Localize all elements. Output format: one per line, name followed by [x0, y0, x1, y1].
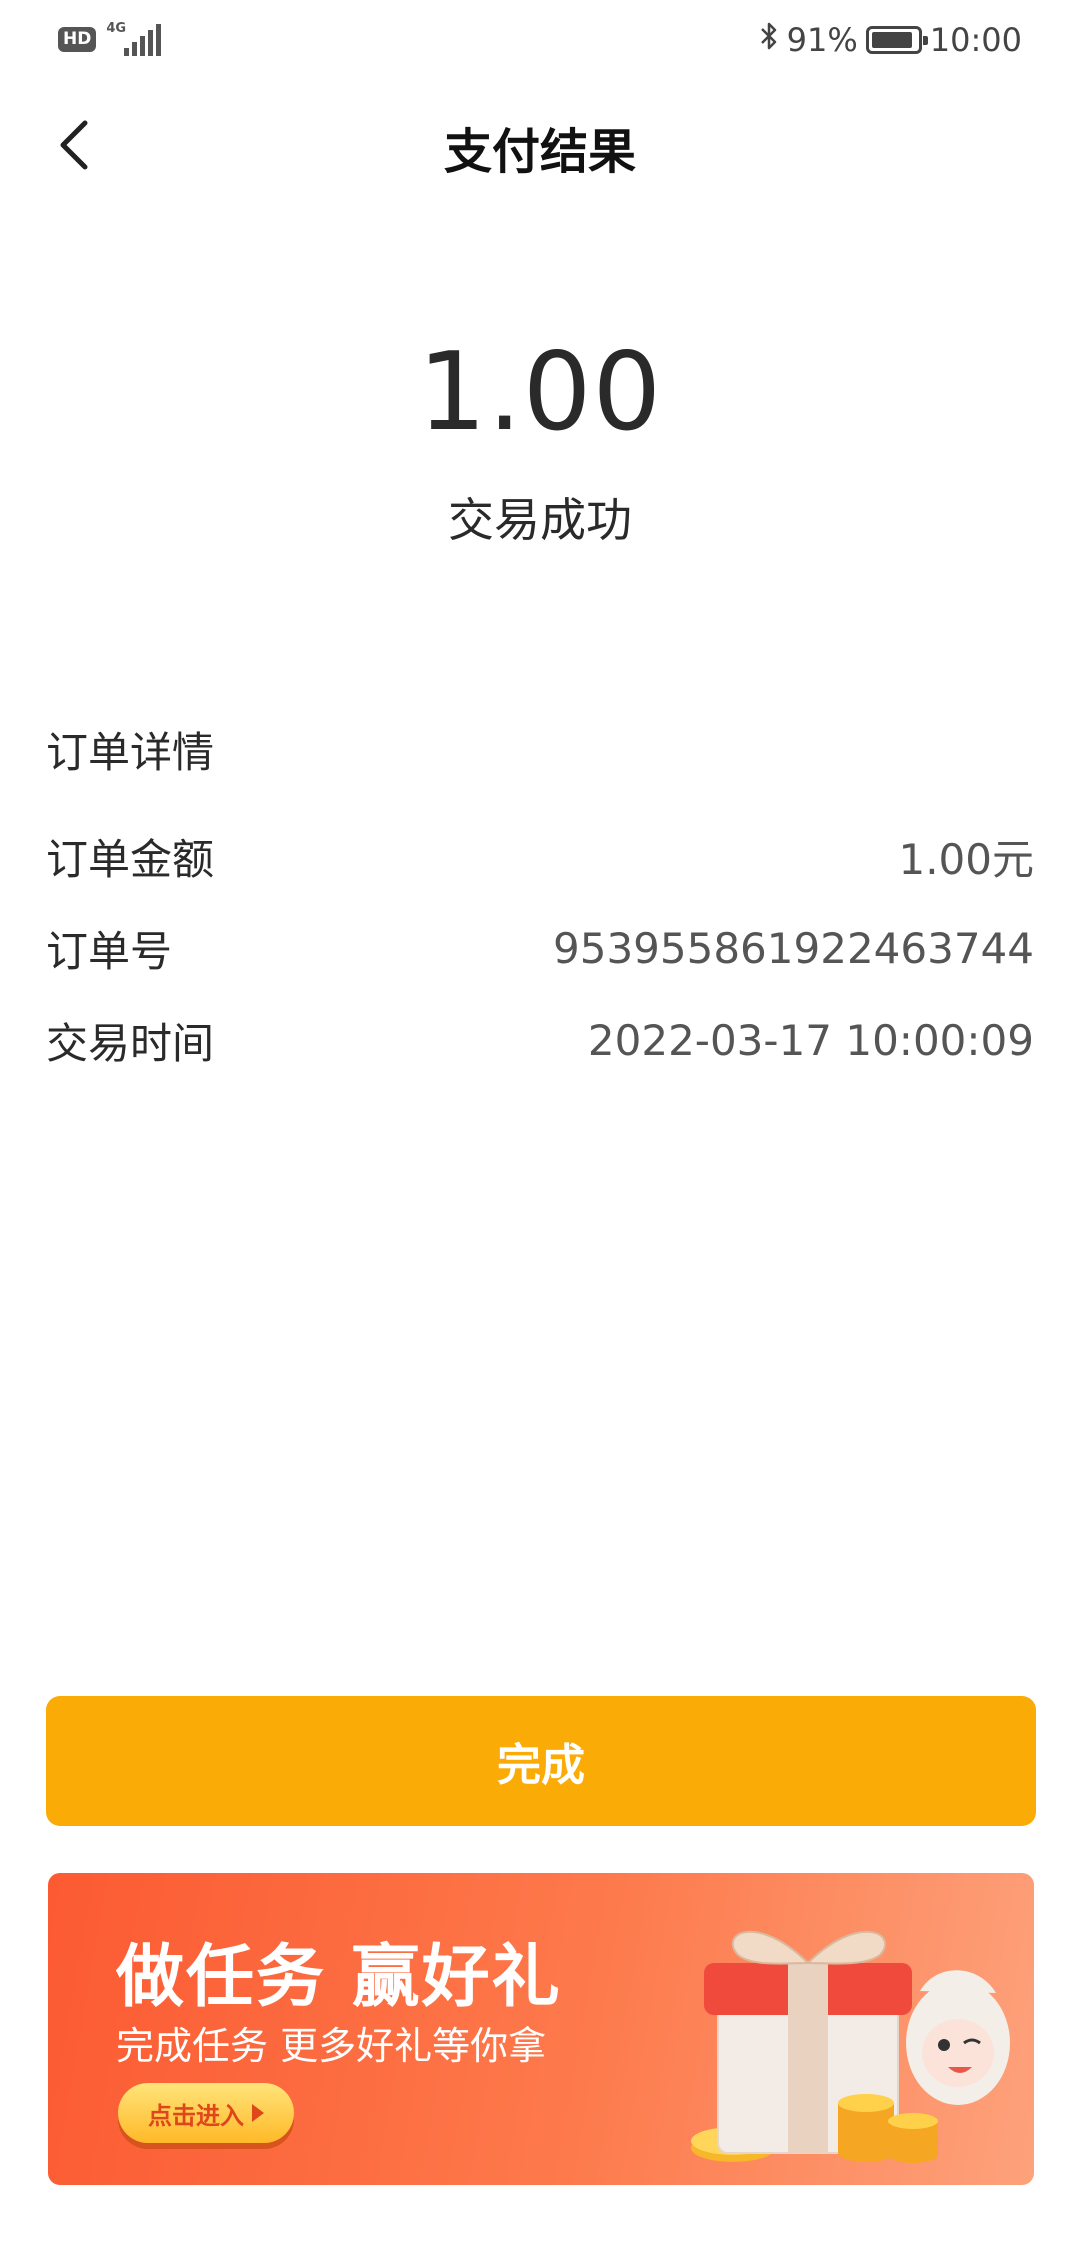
detail-label: 订单金额	[46, 834, 215, 884]
detail-label: 订单号	[46, 926, 173, 976]
bluetooth-icon	[759, 20, 779, 60]
payment-result-screen: HD 4G 91% 10:00 支付结果 1.00 交易成功 订单详情 订单金额…	[0, 0, 1080, 2244]
status-bar: HD 4G 91% 10:00	[0, 0, 1080, 80]
banner-enter-button[interactable]: 点击进入	[118, 2083, 294, 2143]
signal-icon: 4G	[106, 22, 162, 56]
detail-value: 953955861922463744	[553, 923, 1034, 973]
order-details-heading: 订单详情	[46, 728, 215, 777]
status-bar-right: 91% 10:00	[759, 20, 1022, 60]
done-button[interactable]: 完成	[46, 1696, 1036, 1826]
detail-row-transaction-time: 交易时间 2022-03-17 10:00:09	[46, 994, 1034, 1086]
network-type: 4G	[106, 21, 127, 36]
play-arrow-icon	[252, 2104, 264, 2122]
clock: 10:00	[929, 21, 1022, 59]
task-promo-banner[interactable]: 做任务 赢好礼 完成任务 更多好礼等你拿 点击进入	[48, 1873, 1034, 2185]
order-details: 订单详情 订单金额 1.00元 订单号 953955861922463744 交…	[46, 720, 1034, 1086]
status-bar-left: HD 4G	[58, 22, 162, 56]
payment-status: 交易成功	[448, 493, 632, 547]
detail-row-order-number: 订单号 953955861922463744	[46, 902, 1034, 994]
battery-percent: 91%	[786, 21, 858, 59]
navigation-header: 支付结果	[0, 100, 1080, 195]
hd-badge: HD	[58, 26, 97, 52]
page-title: 支付结果	[443, 124, 636, 180]
banner-subtitle: 完成任务 更多好礼等你拿	[116, 2024, 547, 2068]
gift-box-illustration	[691, 1930, 1010, 2163]
detail-label: 交易时间	[46, 1018, 215, 1068]
detail-value: 1.00元	[898, 834, 1034, 884]
battery-icon	[865, 26, 928, 54]
payment-amount: 1.00	[417, 330, 663, 455]
banner-title: 做任务 赢好礼	[116, 1938, 562, 2017]
banner-enter-label: 点击进入	[148, 2101, 244, 2130]
detail-row-amount: 订单金额 1.00元	[46, 810, 1034, 902]
detail-value: 2022-03-17 10:00:09	[587, 1015, 1034, 1065]
